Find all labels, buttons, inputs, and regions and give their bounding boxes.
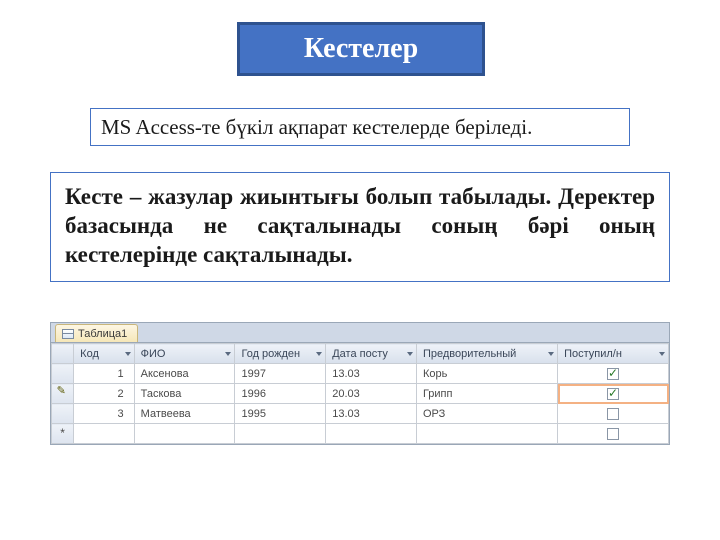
cell-empty[interactable]	[416, 424, 557, 444]
page-title-badge: Кестелер	[237, 22, 485, 76]
cell-diag[interactable]: Грипп	[416, 384, 557, 404]
header-selector[interactable]	[52, 344, 74, 364]
cell-year[interactable]: 1996	[235, 384, 326, 404]
access-datasheet: Таблица1 Код ФИО Год рожден Дата посту П…	[50, 322, 670, 445]
cell-year[interactable]: 1997	[235, 364, 326, 384]
cell-id[interactable]: 1	[74, 364, 134, 384]
subtitle-box: MS Access-те бүкіл ақпарат кестелерде бе…	[90, 108, 630, 146]
table-icon	[62, 329, 74, 339]
description-text: Кесте – жазулар жиынтығы болып табылады.…	[65, 183, 655, 269]
header-id[interactable]: Код	[74, 344, 134, 364]
cell-id[interactable]: 3	[74, 404, 134, 424]
subtitle-text: MS Access-те бүкіл ақпарат кестелерде бе…	[101, 115, 532, 140]
cell-id[interactable]: 2	[74, 384, 134, 404]
chevron-down-icon[interactable]	[125, 352, 131, 356]
checkbox-icon[interactable]	[607, 388, 619, 400]
table-row[interactable]: 3Матвеева199513.03ОРЗ	[52, 404, 669, 424]
asterisk-icon: *	[60, 426, 65, 440]
row-selector[interactable]: *	[52, 424, 74, 444]
header-diag[interactable]: Предворительный	[416, 344, 557, 364]
table-row[interactable]: 1Аксенова199713.03Корь	[52, 364, 669, 384]
cell-fio[interactable]: Аксенова	[134, 364, 235, 384]
cell-year[interactable]: 1995	[235, 404, 326, 424]
cell-enrolled[interactable]	[558, 384, 669, 404]
row-selector[interactable]	[52, 364, 74, 384]
description-box: Кесте – жазулар жиынтығы болып табылады.…	[50, 172, 670, 282]
cell-date[interactable]: 13.03	[326, 364, 417, 384]
datasheet-body: 1Аксенова199713.03Корь2Таскова199620.03Г…	[52, 364, 669, 444]
header-year[interactable]: Год рожден	[235, 344, 326, 364]
chevron-down-icon[interactable]	[316, 352, 322, 356]
cell-enrolled[interactable]	[558, 364, 669, 384]
header-enr[interactable]: Поступил/н	[558, 344, 669, 364]
chevron-down-icon[interactable]	[407, 352, 413, 356]
checkbox-icon[interactable]	[607, 428, 619, 440]
checkbox-icon[interactable]	[607, 408, 619, 420]
header-row: Код ФИО Год рожден Дата посту Предворите…	[52, 344, 669, 364]
cell-date[interactable]: 20.03	[326, 384, 417, 404]
new-record-row[interactable]: *	[52, 424, 669, 444]
cell-enrolled[interactable]	[558, 404, 669, 424]
header-date[interactable]: Дата посту	[326, 344, 417, 364]
tab-strip: Таблица1	[51, 323, 669, 343]
cell-fio[interactable]: Матвеева	[134, 404, 235, 424]
page-title: Кестелер	[304, 33, 418, 65]
cell-empty[interactable]	[74, 424, 134, 444]
cell-empty[interactable]	[134, 424, 235, 444]
cell-enrolled[interactable]	[558, 424, 669, 444]
checkbox-icon[interactable]	[607, 368, 619, 380]
cell-fio[interactable]: Таскова	[134, 384, 235, 404]
pencil-icon	[58, 387, 68, 397]
tab-label: Таблица1	[78, 328, 127, 340]
cell-diag[interactable]: ОРЗ	[416, 404, 557, 424]
cell-empty[interactable]	[326, 424, 417, 444]
tab-table1[interactable]: Таблица1	[55, 324, 138, 342]
chevron-down-icon[interactable]	[548, 352, 554, 356]
table-row[interactable]: 2Таскова199620.03Грипп	[52, 384, 669, 404]
cell-empty[interactable]	[235, 424, 326, 444]
datasheet-table: Код ФИО Год рожден Дата посту Предворите…	[51, 343, 669, 444]
cell-date[interactable]: 13.03	[326, 404, 417, 424]
row-selector[interactable]	[52, 384, 74, 404]
chevron-down-icon[interactable]	[659, 352, 665, 356]
chevron-down-icon[interactable]	[225, 352, 231, 356]
cell-diag[interactable]: Корь	[416, 364, 557, 384]
header-fio[interactable]: ФИО	[134, 344, 235, 364]
row-selector[interactable]	[52, 404, 74, 424]
